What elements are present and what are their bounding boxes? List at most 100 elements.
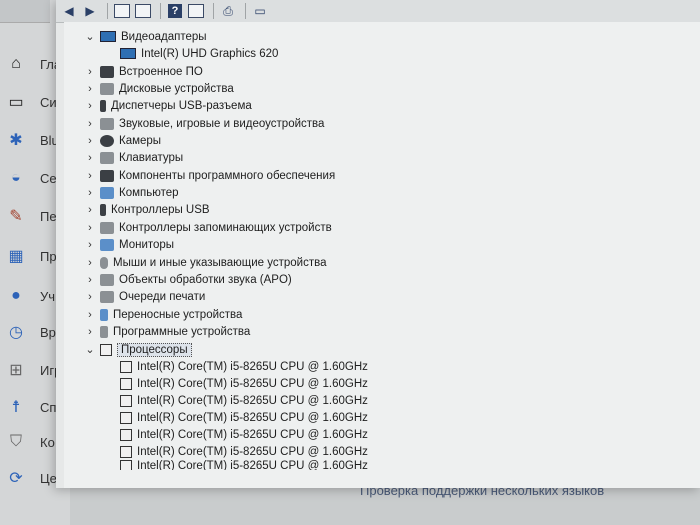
bg-item-personalization[interactable]: ✎ Пе [6, 204, 57, 228]
bg-item-label: Це [40, 470, 57, 486]
tree-device-gpu[interactable]: Intel(R) UHD Graphics 620 [116, 45, 278, 62]
processor-icon [120, 460, 132, 470]
tree-device-cpu[interactable]: Intel(R) Core(TM) i5-8265U CPU @ 1.60GHz [116, 409, 368, 426]
monitor-icon[interactable]: ▭ [251, 3, 269, 19]
tree-category[interactable]: › Камеры [84, 132, 161, 149]
chevron-right-icon[interactable]: › [84, 326, 96, 338]
bg-item-home[interactable]: ⌂ Гла [6, 52, 61, 76]
chevron-right-icon[interactable]: › [84, 66, 96, 78]
properties-icon[interactable] [113, 3, 131, 19]
category-label: Контроллеры USB [111, 203, 210, 216]
bg-item-label: Си [40, 94, 57, 110]
tree-device-cpu[interactable]: Intel(R) Core(TM) i5-8265U CPU @ 1.60GHz [116, 460, 368, 470]
bg-item-time[interactable]: ◷ Вре [6, 320, 63, 344]
wifi-icon: ◒ [11, 169, 21, 186]
device-label: Intel(R) Core(TM) i5-8265U CPU @ 1.60GHz [137, 377, 368, 390]
bg-item-label: Ко [40, 434, 55, 450]
bg-item-gaming[interactable]: ⊞ Игр [6, 358, 61, 382]
bg-item-privacy[interactable]: ⛉ Ко [6, 430, 55, 454]
tree-category[interactable]: › Объекты обработки звука (APO) [84, 271, 292, 288]
chevron-right-icon[interactable]: › [84, 204, 96, 216]
chevron-right-icon[interactable]: › [84, 152, 96, 164]
home-icon: ⌂ [11, 55, 21, 72]
chevron-right-icon[interactable]: › [84, 135, 96, 147]
tree-category[interactable]: › Клавиатуры [84, 149, 183, 166]
tree-category[interactable]: › Звуковые, игровые и видеоустройства [84, 115, 324, 132]
bg-item-accounts[interactable]: ● Уч [6, 284, 55, 308]
category-label: Компьютер [119, 186, 179, 199]
display-adapter-icon [100, 31, 116, 42]
tree-device-cpu[interactable]: Intel(R) Core(TM) i5-8265U CPU @ 1.60GHz [116, 358, 368, 375]
chevron-right-icon[interactable]: › [84, 239, 96, 251]
tree-category[interactable]: › Компьютер [84, 184, 179, 201]
view-icon[interactable] [187, 3, 205, 19]
tree-device-cpu[interactable]: Intel(R) Core(TM) i5-8265U CPU @ 1.60GHz [116, 375, 368, 392]
tree-device-cpu[interactable]: Intel(R) Core(TM) i5-8265U CPU @ 1.60GHz [116, 392, 368, 409]
bg-item-bluetooth[interactable]: ✱ Blu [6, 128, 59, 152]
processor-icon [120, 394, 132, 407]
chevron-right-icon[interactable]: › [84, 291, 96, 303]
forward-icon[interactable]: ▶ [81, 3, 99, 19]
category-label: Мониторы [119, 238, 175, 251]
back-icon[interactable]: ◀ [60, 3, 78, 19]
tree-category[interactable]: › Программные устройства [84, 323, 250, 340]
scan-icon[interactable]: ⎙ [219, 3, 237, 19]
toolbar-separator [160, 3, 161, 19]
chevron-right-icon[interactable]: › [84, 187, 96, 199]
tree-category[interactable]: › Компоненты программного обеспечения [84, 167, 335, 184]
chevron-right-icon[interactable]: › [84, 100, 96, 112]
tree-category[interactable]: › Контроллеры USB [84, 201, 210, 218]
bg-item-apps[interactable]: ▦ Пр [6, 244, 57, 268]
tree-category[interactable]: › Мониторы [84, 236, 174, 253]
category-label: Компоненты программного обеспечения [119, 169, 336, 182]
firmware-icon [100, 65, 114, 78]
tree-category[interactable]: › Дисковые устройства [84, 80, 234, 97]
accessibility-icon: ☨ [11, 399, 21, 416]
device-manager-window: ◀ ▶ ? ⎙ ▭ ⌄ Видеоадаптеры Intel(R) UHD G… [56, 0, 700, 488]
category-label: Объекты обработки звука (APO) [119, 273, 292, 286]
device-label: Intel(R) Core(TM) i5-8265U CPU @ 1.60GHz [137, 411, 368, 424]
chevron-right-icon[interactable]: › [84, 170, 96, 182]
tree-device-cpu[interactable]: Intel(R) Core(TM) i5-8265U CPU @ 1.60GHz [116, 426, 368, 443]
category-label: Процессоры [117, 342, 192, 357]
device-label: Intel(R) UHD Graphics 620 [141, 47, 279, 60]
chevron-right-icon[interactable]: › [84, 257, 96, 269]
tree-category-display-adapters[interactable]: ⌄ Видеоадаптеры [84, 28, 207, 45]
category-label: Звуковые, игровые и видеоустройства [119, 117, 325, 130]
mouse-icon [100, 256, 108, 269]
chevron-right-icon[interactable]: › [84, 309, 96, 321]
tree-category[interactable]: › Встроенное ПО [84, 63, 203, 80]
chevron-right-icon[interactable]: › [84, 83, 96, 95]
chevron-right-icon[interactable]: › [84, 222, 96, 234]
category-label: Встроенное ПО [119, 65, 203, 78]
tree-category[interactable]: › Диспетчеры USB-разъема [84, 97, 252, 114]
tree-category[interactable]: › Контроллеры запоминающих устройств [84, 219, 332, 236]
chevron-down-icon[interactable]: ⌄ [84, 343, 96, 356]
help-icon[interactable]: ? [166, 3, 184, 19]
speaker-icon [100, 117, 114, 130]
category-label: Контроллеры запоминающих устройств [119, 221, 332, 234]
chevron-right-icon[interactable]: › [84, 274, 96, 286]
tree-category[interactable]: › Переносные устройства [84, 306, 242, 323]
update-driver-icon[interactable] [134, 3, 152, 19]
tree-category[interactable]: › Очереди печати [84, 288, 205, 305]
device-tree[interactable]: ⌄ Видеоадаптеры Intel(R) UHD Graphics 62… [64, 22, 700, 488]
tree-device-cpu[interactable]: Intel(R) Core(TM) i5-8265U CPU @ 1.60GHz [116, 443, 368, 460]
bg-item-label: Пр [40, 248, 57, 264]
apps-icon: ▦ [8, 248, 24, 265]
chevron-right-icon[interactable]: › [84, 118, 96, 130]
bg-item-system[interactable]: ▭ Си [6, 90, 57, 114]
category-label: Дисковые устройства [119, 82, 234, 95]
tree-category-processors[interactable]: ⌄ Процессоры [84, 341, 192, 358]
usb-connector-icon [100, 99, 106, 112]
category-label: Видеоадаптеры [121, 30, 207, 43]
tree-category[interactable]: › Мыши и иные указывающие устройства [84, 254, 327, 271]
bg-item-update[interactable]: ⟳ Це [6, 466, 57, 490]
audio-processing-icon [100, 273, 114, 286]
bg-item-network[interactable]: ◒ Сет [6, 166, 62, 190]
user-icon: ● [11, 287, 21, 304]
chevron-down-icon[interactable]: ⌄ [84, 30, 96, 43]
disk-drive-icon [100, 82, 114, 95]
software-device-icon [100, 325, 108, 338]
bg-item-label: Пе [40, 208, 57, 224]
